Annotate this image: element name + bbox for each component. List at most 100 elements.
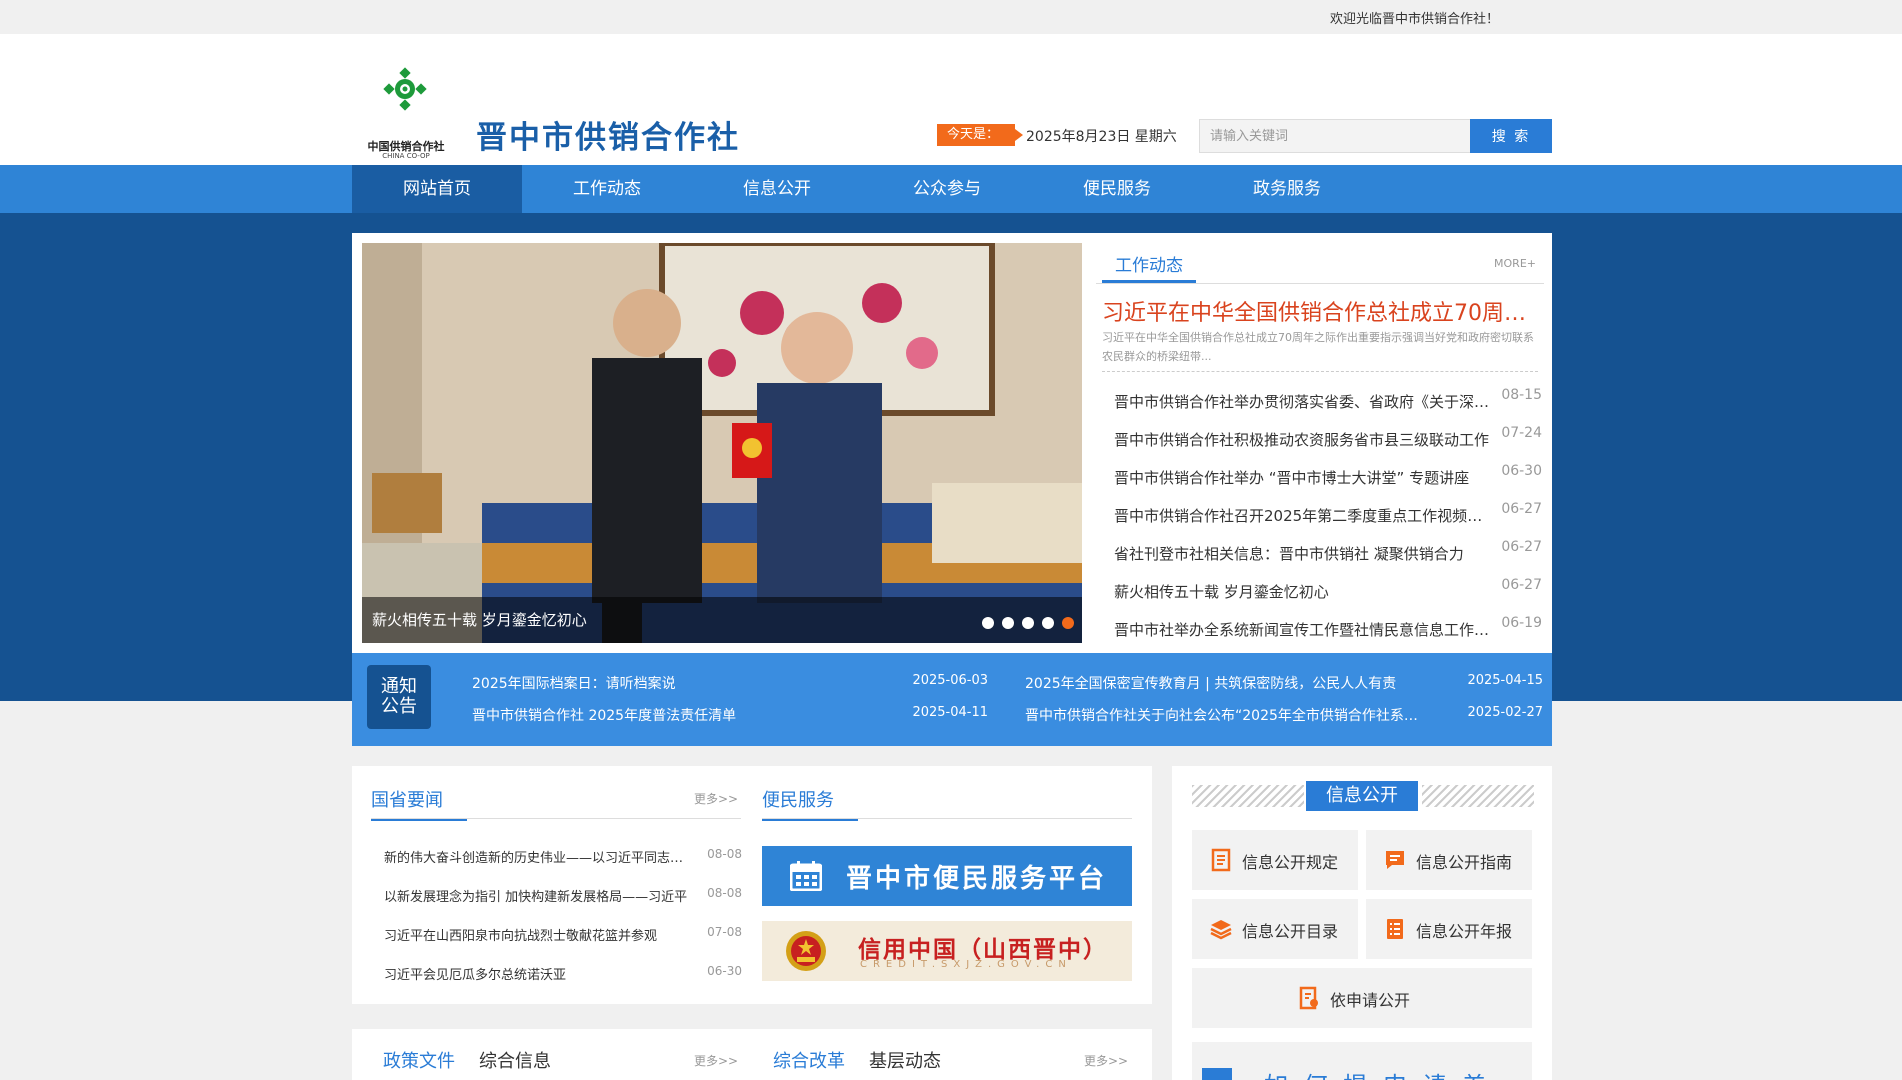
search-input[interactable]	[1199, 119, 1471, 153]
notice-item[interactable]: 晋中市供销合作社关于向社会公布“2025年全市供销合作社系统” 2025-02-…	[1013, 705, 1543, 725]
slider-dot-active[interactable]	[1062, 617, 1074, 629]
info-rules-label: 信息公开规定	[1242, 853, 1339, 872]
notice-title[interactable]: 2025年国际档案日：请听档案说	[472, 673, 892, 693]
today-date: 2025年8月23日 星期六	[1026, 129, 1177, 145]
nav-item-info-public[interactable]: 信息公开	[692, 165, 862, 213]
info-catalog-button[interactable]: 信息公开目录	[1192, 899, 1358, 959]
notice-item[interactable]: 晋中市供销合作社 2025年度普法责任清单 2025-04-11	[460, 705, 988, 725]
credit-china-banner[interactable]: 信用中国（山西晋中） CREDIT.SXJZ.GOV.CN	[762, 921, 1132, 981]
slider-pagination	[982, 617, 1074, 629]
news-title[interactable]: 新的伟大奋斗创造新的历史伟业——以习近平同志为核心的党中央	[384, 847, 689, 866]
info-apply-button[interactable]: 依申请公开	[1192, 968, 1532, 1028]
news-title[interactable]: 习近平会见厄瓜多尔总统诺沃亚	[384, 964, 689, 983]
news-date: 06-19	[1501, 615, 1542, 631]
news-title[interactable]: 晋中市供销合作社举办贯彻落实省委、省政府《关于深化供销合作社综合改革》	[1114, 391, 1494, 412]
news-title[interactable]: 习近平在山西阳泉市向抗战烈士敬献花篮并参观	[384, 925, 689, 944]
notice-item[interactable]: 2025年国际档案日：请听档案说 2025-06-03	[460, 673, 988, 693]
list-icon	[1202, 1068, 1232, 1080]
list-item[interactable]: 晋中市供销合作社召开2025年第二季度重点工作视频调度会 06-27	[1102, 497, 1542, 535]
tab-grassroots-news[interactable]: 基层动态	[869, 1047, 941, 1079]
news-title[interactable]: 晋中市供销合作社召开2025年第二季度重点工作视频调度会	[1114, 505, 1494, 526]
image-slider[interactable]: 薪火相传五十载 岁月鎏金忆初心	[362, 243, 1082, 643]
notice-title[interactable]: 晋中市供销合作社关于向社会公布“2025年全市供销合作社系统”	[1025, 705, 1425, 725]
news-date: 07-24	[1501, 425, 1542, 441]
notice-item[interactable]: 2025年全国保密宣传教育月 | 共筑保密防线，公民人人有责 2025-04-1…	[1013, 673, 1543, 693]
headline-link[interactable]: 习近平在中华全国供销合作总社成立70周年之际作出重要指示	[1102, 295, 1542, 327]
notice-title[interactable]: 2025年全国保密宣传教育月 | 共筑保密防线，公民人人有责	[1025, 673, 1445, 693]
list-item[interactable]: 晋中市供销合作社积极推动农资服务省市县三级联动工作 07-24	[1102, 421, 1542, 459]
notice-date: 2025-04-11	[912, 705, 988, 720]
list-item[interactable]: 以新发展理念为指引 加快构建新发展格局——习近平 08-08	[372, 886, 742, 906]
list-item[interactable]: 习近平在山西阳泉市向抗战烈士敬献花篮并参观 07-08	[372, 925, 742, 945]
apply-guide-label: 如 何 提 申 请 差	[1264, 1066, 1490, 1080]
list-item[interactable]: 省社刊登市社相关信息：晋中市供销社 凝聚供销合力 06-27	[1102, 535, 1542, 573]
divider	[371, 818, 741, 819]
national-news-more-link[interactable]: 更多>>	[694, 790, 738, 807]
nav-item-work-news[interactable]: 工作动态	[522, 165, 692, 213]
news-title[interactable]: 以新发展理念为指引 加快构建新发展格局——习近平	[384, 886, 689, 905]
news-title[interactable]: 晋中市供销合作社举办 “晋中市博士大讲堂” 专题讲座	[1114, 467, 1494, 488]
divider	[1096, 283, 1544, 284]
news-title[interactable]: 省社刊登市社相关信息：晋中市供销社 凝聚供销合力	[1114, 543, 1494, 564]
info-annual-report-button[interactable]: 信息公开年报	[1366, 899, 1532, 959]
nav-item-public-participation[interactable]: 公众参与	[862, 165, 1032, 213]
reform-more-link[interactable]: 更多>>	[1084, 1052, 1128, 1069]
tab-convenience-service[interactable]: 便民服务	[762, 786, 858, 821]
notice-date: 2025-02-27	[1467, 705, 1543, 720]
info-guide-button[interactable]: 信息公开指南	[1366, 830, 1532, 890]
list-item[interactable]: 晋中市社举办全系统新闻宣传工作暨社情民意信息工作培训 06-19	[1102, 611, 1542, 649]
notice-title[interactable]: 晋中市供销合作社 2025年度普法责任清单	[472, 705, 892, 725]
nav-item-convenience-service[interactable]: 便民服务	[1032, 165, 1202, 213]
info-rules-button[interactable]: 信息公开规定	[1192, 830, 1358, 890]
nav-item-gov-service[interactable]: 政务服务	[1202, 165, 1372, 213]
news-title[interactable]: 薪火相传五十载 岁月鎏金忆初心	[1114, 581, 1494, 602]
news-date: 06-30	[1501, 463, 1542, 479]
policy-more-link[interactable]: 更多>>	[694, 1052, 738, 1069]
message-icon	[1386, 851, 1404, 869]
info-public-title: 信息公开	[1306, 781, 1418, 811]
slider-dot[interactable]	[1042, 617, 1054, 629]
info-annual-report-label: 信息公开年报	[1416, 922, 1513, 941]
list-item[interactable]: 晋中市供销合作社举办 “晋中市博士大讲堂” 专题讲座 06-30	[1102, 459, 1542, 497]
credit-china-url: CREDIT.SXJZ.GOV.CN	[860, 959, 1072, 970]
list-item[interactable]: 新的伟大奋斗创造新的历史伟业——以习近平同志为核心的党中央 08-08	[372, 847, 742, 867]
list-item[interactable]: 习近平会见厄瓜多尔总统诺沃亚 06-30	[372, 964, 742, 984]
news-title[interactable]: 晋中市社举办全系统新闻宣传工作暨社情民意信息工作培训	[1114, 619, 1494, 640]
site-logo[interactable]: 中国供销合作社 CHINA CO-OP	[358, 64, 454, 164]
work-news-panel: 工作动态 MORE+ 习近平在中华全国供销合作总社成立70周年之际作出重要指示 …	[1096, 233, 1544, 653]
search-button[interactable]: 搜 索	[1470, 119, 1552, 153]
tab-national-news[interactable]: 国省要闻	[371, 786, 467, 821]
news-date: 08-08	[707, 886, 742, 900]
list-item[interactable]: 薪火相传五十载 岁月鎏金忆初心 06-27	[1102, 573, 1542, 611]
coop-emblem-icon	[383, 67, 427, 111]
nav-item-home[interactable]: 网站首页	[352, 165, 522, 213]
welcome-text: 欢迎光临晋中市供销合作社！	[1330, 12, 1500, 27]
headline-summary: 习近平在中华全国供销合作总社成立70周年之际作出重要指示强调当好党和政府密切联系…	[1102, 331, 1534, 363]
slider-dot[interactable]	[1022, 617, 1034, 629]
top-bar: 欢迎光临晋中市供销合作社！	[0, 0, 1902, 34]
bottom-tabs-box	[352, 1029, 1152, 1080]
tab-policy-documents[interactable]: 政策文件	[383, 1047, 455, 1079]
divider	[1102, 371, 1538, 372]
today-label: 今天是：	[937, 124, 1023, 146]
report-icon	[1387, 919, 1403, 939]
site-title[interactable]: 晋中市供销合作社	[476, 112, 740, 157]
work-news-more-link[interactable]: MORE+	[1494, 257, 1536, 270]
service-platform-banner[interactable]: 晋中市便民服务平台	[762, 846, 1132, 906]
list-item[interactable]: 晋中市供销合作社举办贯彻落实省委、省政府《关于深化供销合作社综合改革》 08-15	[1102, 383, 1542, 421]
slider-dot[interactable]	[1002, 617, 1014, 629]
calendar-icon	[790, 861, 822, 891]
news-date: 06-27	[1501, 539, 1542, 555]
slider-caption[interactable]: 薪火相传五十载 岁月鎏金忆初心	[362, 597, 1082, 643]
info-public-box: 信息公开 信息公开规定 信息公开指南 信息公开目录 信息公开年报 依申请公开	[1172, 766, 1552, 1080]
document-list-icon	[1211, 848, 1231, 872]
tab-general-info[interactable]: 综合信息	[479, 1047, 551, 1079]
news-title[interactable]: 晋中市供销合作社积极推动农资服务省市县三级联动工作	[1114, 429, 1494, 450]
service-platform-label: 晋中市便民服务平台	[846, 864, 1108, 894]
notice-date: 2025-04-15	[1467, 673, 1543, 688]
notice-badge: 通知 公告	[367, 665, 431, 729]
apply-guide-button[interactable]: 如 何 提 申 请 差	[1192, 1042, 1532, 1080]
slider-dot[interactable]	[982, 617, 994, 629]
tab-work-news[interactable]: 工作动态	[1102, 251, 1196, 283]
tab-comprehensive-reform[interactable]: 综合改革	[773, 1047, 845, 1079]
